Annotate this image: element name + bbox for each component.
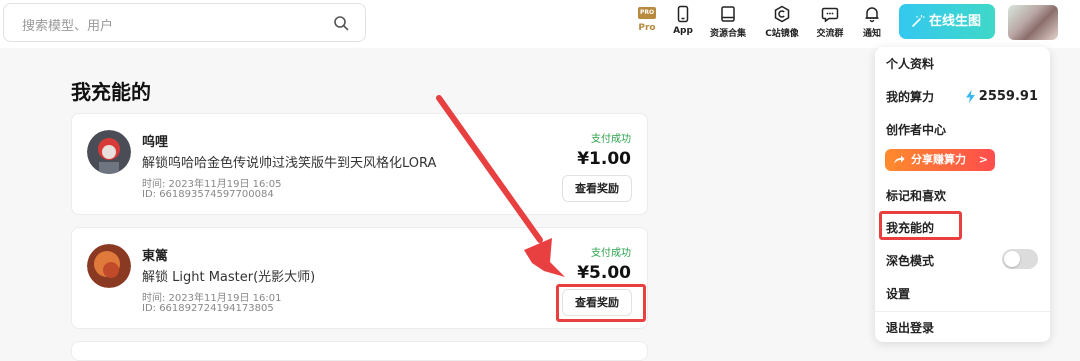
nav-pro[interactable]: PRO Pro: [633, 5, 661, 45]
lightning-icon: [965, 90, 975, 103]
nav-group[interactable]: 交流群: [814, 5, 846, 45]
payment-amount: ¥5.00: [577, 263, 631, 283]
toggle-knob: [1004, 251, 1020, 267]
nav-mirror[interactable]: C站镜像: [762, 5, 802, 45]
dark-mode-toggle[interactable]: [1002, 249, 1038, 269]
menu-item-creator-center[interactable]: 创作者中心: [886, 121, 946, 138]
compute-balance-value: 2559.91: [978, 89, 1038, 104]
search-icon[interactable]: [333, 15, 349, 31]
record-id: ID: 661892724194173805: [142, 303, 274, 314]
share-earn-button[interactable]: 分享赚算力 >: [885, 149, 995, 171]
user-dropdown-menu: 个人资料 我的算力 2559.91 创作者中心 分享赚算力 > 标记和喜欢 我充…: [875, 47, 1050, 342]
record-id: ID: 661893574597700084: [142, 189, 274, 200]
generate-image-label: 在线生图: [928, 14, 981, 29]
menu-item-profile[interactable]: 个人资料: [886, 55, 934, 72]
payment-amount: ¥1.00: [577, 149, 631, 169]
payment-status: 支付成功: [591, 248, 631, 259]
book-icon: [721, 6, 735, 22]
top-bar: 搜索模型、用户 PRO Pro App 资源合集 C站镜像 交流群 通知 在线生…: [0, 0, 1080, 48]
wand-icon: [912, 15, 925, 27]
bell-icon: [865, 7, 879, 23]
menu-item-compute[interactable]: 我的算力: [886, 88, 934, 105]
highlight-box-menu: [879, 211, 962, 240]
record-description[interactable]: 解锁 Light Master(光影大师): [142, 266, 315, 285]
record-time: 时间: 2023年11月19日 16:05: [142, 179, 282, 190]
record-name[interactable]: 呜哩: [142, 131, 168, 150]
c-logo-icon: [774, 5, 790, 23]
payment-status: 支付成功: [591, 134, 631, 145]
nav-resources[interactable]: 资源合集: [708, 5, 748, 45]
nav-group-label: 交流群: [816, 29, 844, 39]
record-name[interactable]: 東篱: [142, 245, 168, 264]
record-description[interactable]: 解锁呜哈哈金色传说帅过浅笑版牛到天风格化LORA: [142, 152, 436, 171]
record-avatar[interactable]: [87, 130, 131, 174]
generate-image-button[interactable]: 在线生图: [899, 4, 995, 39]
record-time: 时间: 2023年11月19日 16:01: [142, 293, 282, 304]
phone-icon: [677, 5, 689, 23]
menu-item-settings[interactable]: 设置: [886, 285, 910, 302]
record-card-1: 呜哩 解锁呜哈哈金色传说帅过浅笑版牛到天风格化LORA 时间: 2023年11月…: [71, 113, 648, 215]
nav-app-label: App: [673, 26, 693, 36]
nav-pro-label: Pro: [638, 23, 656, 33]
user-avatar[interactable]: [1008, 5, 1058, 40]
search-placeholder: 搜索模型、用户: [22, 19, 114, 34]
pro-icon: PRO: [638, 7, 656, 19]
chevron-right-icon: >: [978, 153, 988, 166]
chat-icon: [821, 7, 839, 23]
nav-resources-label: 资源合集: [709, 29, 746, 39]
nav-notifications-label: 通知: [862, 29, 881, 39]
highlight-box-button: [556, 284, 646, 322]
record-card-3: [71, 341, 648, 361]
compute-balance: 2559.91: [965, 89, 1038, 104]
page-title: 我充能的: [71, 80, 151, 104]
share-icon: [894, 155, 905, 164]
nav-mirror-label: C站镜像: [765, 29, 799, 39]
menu-item-favorites[interactable]: 标记和喜欢: [886, 187, 946, 204]
search-input[interactable]: 搜索模型、用户: [3, 3, 366, 42]
menu-item-logout[interactable]: 退出登录: [886, 319, 934, 336]
record-avatar[interactable]: [87, 244, 131, 288]
nav-notifications[interactable]: 通知: [858, 5, 886, 45]
share-earn-label: 分享赚算力: [911, 153, 966, 166]
menu-item-dark-mode: 深色模式: [886, 254, 935, 268]
menu-divider: [875, 311, 1050, 312]
nav-app[interactable]: App: [668, 5, 698, 45]
view-reward-button[interactable]: 查看奖励: [562, 175, 632, 202]
